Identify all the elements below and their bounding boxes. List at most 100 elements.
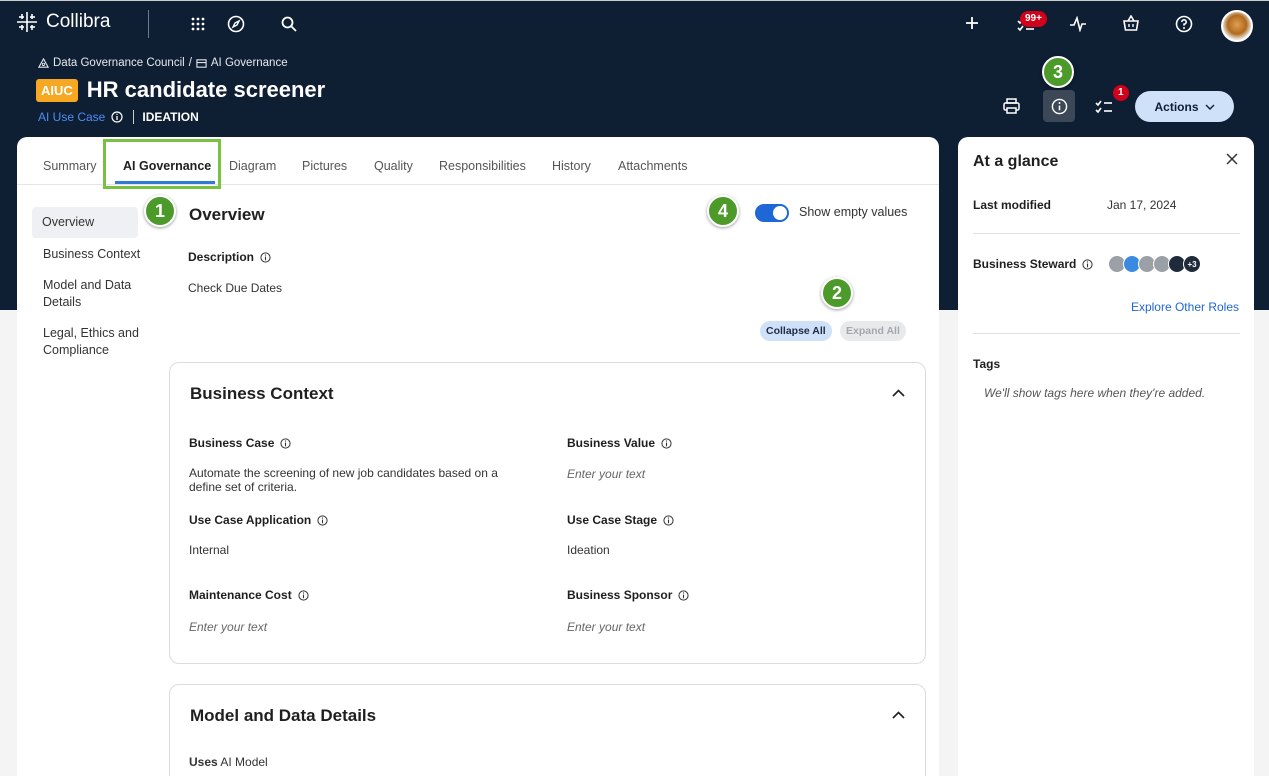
community-icon <box>38 57 49 68</box>
tags-empty-message: We'll show tags here when they're added. <box>984 386 1206 400</box>
explore-other-roles-link[interactable]: Explore Other Roles <box>1131 300 1239 314</box>
actions-button[interactable]: Actions <box>1135 91 1234 122</box>
section-title: Model and Data Details <box>190 706 377 725</box>
info-icon[interactable] <box>661 437 672 449</box>
breadcrumb-separator: / <box>188 57 192 69</box>
info-icon[interactable] <box>280 437 291 449</box>
field-value[interactable]: Automate the screening of new job candid… <box>189 466 529 494</box>
tab-responsibilities[interactable]: Responsibilities <box>439 159 526 173</box>
help-icon[interactable] <box>1175 15 1193 33</box>
field-value[interactable]: Enter your text <box>567 620 645 634</box>
at-a-glance-button[interactable] <box>1043 90 1075 122</box>
show-empty-toggle[interactable] <box>755 204 789 222</box>
divider <box>973 233 1240 234</box>
callout-2: 2 <box>821 277 853 309</box>
info-icon[interactable] <box>1082 258 1093 270</box>
tab-summary[interactable]: Summary <box>43 159 96 173</box>
user-avatar[interactable] <box>1221 10 1253 42</box>
sidenav-model-data[interactable]: Model and Data Details <box>43 277 143 311</box>
checklist-icon[interactable] <box>1095 100 1113 114</box>
page-title: HR candidate screener <box>86 77 326 102</box>
field-label-text: Business Sponsor <box>567 588 673 602</box>
callout-1: 1 <box>144 195 176 227</box>
overview-title: Overview <box>189 205 265 224</box>
info-icon[interactable] <box>260 251 271 263</box>
collapse-all-button[interactable]: Collapse All <box>760 321 832 341</box>
callout-4: 4 <box>707 195 739 227</box>
field-label: Business Value <box>567 436 672 450</box>
asset-type-link[interactable]: AI Use Case <box>38 110 105 124</box>
top-border <box>0 0 1269 1</box>
info-icon[interactable] <box>317 514 328 526</box>
sidenav-legal-ethics[interactable]: Legal, Ethics and Compliance <box>43 325 163 359</box>
asset-title-row: AIUC HR candidate screener <box>36 77 325 103</box>
tab-history[interactable]: History <box>552 159 591 173</box>
close-icon[interactable] <box>1226 153 1238 165</box>
chevron-up-icon[interactable] <box>892 711 905 719</box>
model-data-section: Model and Data Details Uses AI Model <box>169 684 926 776</box>
field-label: Use Case Stage <box>567 513 674 527</box>
last-modified-value: Jan 17, 2024 <box>1107 198 1177 212</box>
apps-grid-icon[interactable] <box>190 16 206 32</box>
field-label: Business Case <box>189 436 291 450</box>
more-avatars-count[interactable]: +3 <box>1183 255 1201 273</box>
toggle-knob <box>773 206 787 220</box>
print-icon[interactable] <box>1003 98 1020 114</box>
field-label-text: Maintenance Cost <box>189 588 292 602</box>
description-value[interactable]: Check Due Dates <box>188 281 282 295</box>
info-icon[interactable] <box>298 589 309 601</box>
compass-icon[interactable] <box>227 15 245 33</box>
tab-quality[interactable]: Quality <box>374 159 413 173</box>
breadcrumb-community[interactable]: Data Governance Council <box>53 57 185 69</box>
tab-attachments[interactable]: Attachments <box>618 159 687 173</box>
uses-value[interactable]: AI Model <box>220 755 267 769</box>
field-label: Business Sponsor <box>567 588 689 602</box>
field-label-text: Use Case Application <box>189 513 312 527</box>
asset-subtitle: AI Use Case IDEATION <box>38 110 199 124</box>
expand-all-button[interactable]: Expand All <box>840 321 906 341</box>
last-modified-label: Last modified <box>973 198 1052 212</box>
search-icon[interactable] <box>281 16 297 32</box>
actions-label: Actions <box>1154 99 1199 114</box>
tab-diagram[interactable]: Diagram <box>229 159 276 173</box>
sidenav-overview[interactable]: Overview <box>32 207 138 238</box>
collibra-logo-icon <box>17 12 37 32</box>
steward-avatars[interactable]: +3 <box>1108 255 1201 273</box>
field-value[interactable]: Internal <box>189 543 229 557</box>
info-icon[interactable] <box>111 111 123 123</box>
field-label-text: Business Value <box>567 436 656 450</box>
collibra-logo[interactable]: Collibra <box>16 11 110 33</box>
tab-pictures[interactable]: Pictures <box>302 159 347 173</box>
asset-type-badge: AIUC <box>36 78 78 102</box>
breadcrumb: Data Governance Council / AI Governance <box>38 57 288 69</box>
description-label: Description <box>188 250 271 264</box>
business-context-section: Business Context Business Case Automate … <box>169 362 926 664</box>
field-value[interactable]: Enter your text <box>567 467 645 481</box>
uses-row: Uses AI Model <box>189 755 268 769</box>
field-value[interactable]: Ideation <box>567 543 610 557</box>
add-icon[interactable] <box>965 16 979 30</box>
field-label: Use Case Application <box>189 513 328 527</box>
breadcrumb-domain[interactable]: AI Governance <box>211 57 288 69</box>
sidenav-business-context[interactable]: Business Context <box>43 246 140 263</box>
tasks-badge: 99+ <box>1020 11 1047 27</box>
tags-label: Tags <box>973 357 1001 371</box>
divider <box>148 10 149 38</box>
field-value[interactable]: Enter your text <box>189 620 267 634</box>
section-title: Business Context <box>190 384 334 403</box>
description-label-text: Description <box>188 250 255 264</box>
info-icon[interactable] <box>663 514 674 526</box>
at-a-glance-panel: At a glance Last modified Jan 17, 2024 B… <box>958 137 1254 776</box>
business-steward-label: Business Steward <box>973 257 1093 271</box>
main-content-card: Summary AI Governance Diagram Pictures Q… <box>17 137 939 776</box>
activity-icon[interactable] <box>1069 16 1087 32</box>
field-label-text: Business Case <box>189 436 275 450</box>
chevron-up-icon[interactable] <box>892 389 905 397</box>
field-label: Maintenance Cost <box>189 588 309 602</box>
chevron-down-icon <box>1205 104 1214 110</box>
tab-highlight-box <box>103 139 221 189</box>
info-icon[interactable] <box>678 589 689 601</box>
steward-label-text: Business Steward <box>973 257 1077 271</box>
panel-title: At a glance <box>973 153 1059 170</box>
basket-icon[interactable] <box>1122 15 1140 32</box>
